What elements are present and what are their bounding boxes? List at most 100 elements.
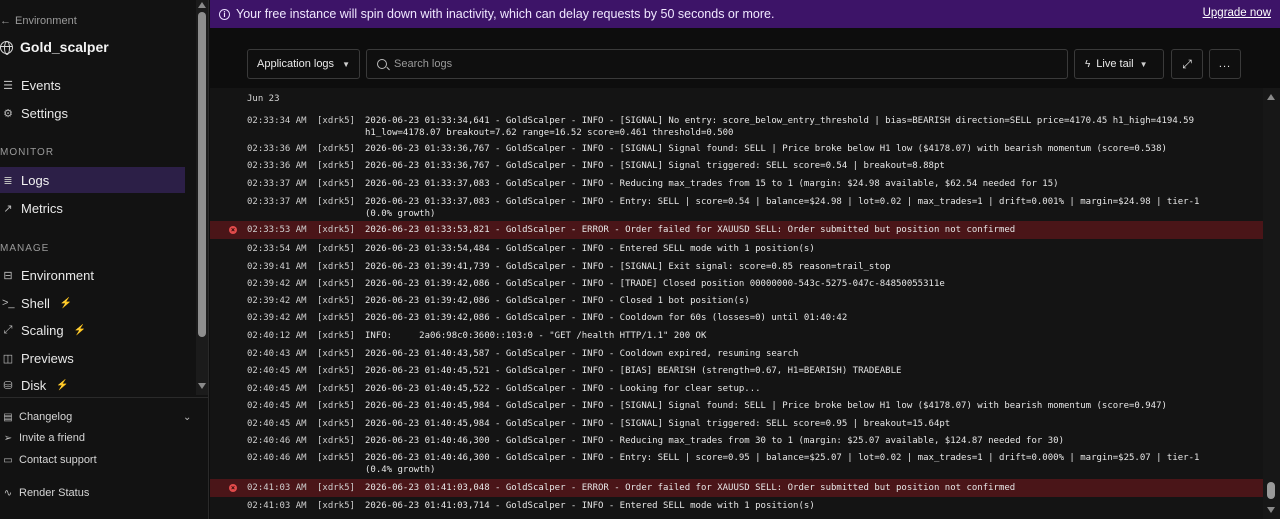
sidebar: ← Environment Gold_scalper ☰ Events ⚙ Se… <box>0 0 209 519</box>
support-label: Contact support <box>19 454 97 466</box>
sidebar-item-label: Disk <box>21 377 47 393</box>
log-instance-id: [xdrk5] <box>317 262 355 272</box>
gear-icon: ⚙ <box>3 107 13 120</box>
arrow-left-icon: ← <box>0 15 11 27</box>
error-icon: × <box>229 484 237 492</box>
expand-button[interactable]: ⤢ <box>1171 49 1203 79</box>
log-timestamp: 02:33:37 AM <box>247 197 307 207</box>
sidebar-item-label: Shell <box>21 295 50 311</box>
sidebar-item-events[interactable]: ☰ Events <box>0 72 185 98</box>
invite-friend-link[interactable]: ➢ Invite a friend <box>3 432 85 444</box>
changelog-link[interactable]: ▤ Changelog <box>3 411 72 423</box>
log-date-header: Jun 23 <box>247 94 280 104</box>
log-timestamp: 02:40:45 AM <box>247 384 307 394</box>
scrollbar-thumb[interactable] <box>198 12 206 337</box>
sidebar-item-label: Events <box>21 77 61 93</box>
changelog-label: Changelog <box>19 411 73 423</box>
log-row[interactable]: 02:40:12 AM [xdrk5] INFO: 2a06:98c0:3600::… <box>210 328 1263 345</box>
sidebar-item-label: Logs <box>21 172 50 188</box>
log-timestamp: 02:33:54 AM <box>247 244 307 254</box>
scroll-up-arrow-icon[interactable] <box>1267 94 1275 100</box>
sidebar-item-label: Environment <box>21 267 94 283</box>
log-row[interactable]: 02:40:45 AM [xdrk5] 2026-06-23 01:40:45,52… <box>210 363 1263 380</box>
lightning-icon: ⚡ <box>59 297 73 309</box>
log-row[interactable]: 02:33:36 AM [xdrk5] 2026-06-23 01:33:36,76… <box>210 141 1263 158</box>
log-row[interactable]: 02:33:34 AM [xdrk5] 2026-06-23 01:33:34,64… <box>210 113 1263 139</box>
search-logs-field[interactable] <box>366 49 1068 79</box>
sidebar-item-label: Metrics <box>21 200 63 216</box>
chevron-down-icon[interactable]: ⌄ <box>183 412 191 423</box>
log-row[interactable]: 02:33:54 AM [xdrk5] 2026-06-23 01:33:54,48… <box>210 241 1263 258</box>
log-timestamp: 02:33:36 AM <box>247 144 307 154</box>
chevron-down-icon: ▼ <box>1139 59 1148 69</box>
log-instance-id: [xdrk5] <box>317 116 355 126</box>
sidebar-item-settings[interactable]: ⚙ Settings <box>0 100 185 126</box>
render-status-link[interactable]: ∿ Render Status <box>3 487 90 499</box>
log-timestamp: 02:40:45 AM <box>247 401 307 411</box>
search-input[interactable] <box>394 58 994 70</box>
banner-message: Your free instance will spin down with i… <box>236 7 775 21</box>
log-row[interactable]: 02:33:36 AM [xdrk5] 2026-06-23 01:33:36,76… <box>210 158 1263 175</box>
log-row-error[interactable]: × 02:41:03 AM [xdrk5] 2026-06-23 01:41:03,0… <box>210 479 1263 497</box>
logs-scrollbar[interactable] <box>1263 88 1280 519</box>
log-row[interactable]: 02:33:37 AM [xdrk5] 2026-06-23 01:33:37,08… <box>210 176 1263 193</box>
log-message: 2026-06-23 01:40:45,521 - GoldScalper - … <box>365 366 902 376</box>
sidebar-item-label: Settings <box>21 105 68 121</box>
log-timestamp: 02:33:37 AM <box>247 179 307 189</box>
log-instance-id: [xdrk5] <box>317 436 355 446</box>
log-message: 2026-06-23 01:40:45,984 - GoldScalper - … <box>365 401 1167 411</box>
contact-support-link[interactable]: ▭ Contact support <box>3 454 97 466</box>
log-instance-id: [xdrk5] <box>317 244 355 254</box>
log-row[interactable]: 02:40:43 AM [xdrk5] 2026-06-23 01:40:43,58… <box>210 346 1263 363</box>
live-tail-button[interactable]: ϟ Live tail ▼ <box>1074 49 1164 79</box>
log-instance-id: [xdrk5] <box>317 225 355 235</box>
log-instance-id: [xdrk5] <box>317 453 355 463</box>
log-row[interactable]: 02:40:45 AM [xdrk5] 2026-06-23 01:40:45,98… <box>210 416 1263 433</box>
log-row[interactable]: 02:39:41 AM [xdrk5] 2026-06-23 01:39:41,73… <box>210 259 1263 276</box>
sidebar-item-disk[interactable]: ⛁ Disk ⚡ <box>0 372 185 395</box>
log-row-error[interactable]: × 02:33:53 AM [xdrk5] 2026-06-23 01:33:53,8… <box>210 221 1263 239</box>
sidebar-item-label: Scaling <box>21 322 64 338</box>
more-options-button[interactable]: ... <box>1209 49 1241 79</box>
log-message: 2026-06-23 01:39:42,086 - GoldScalper - … <box>365 296 750 306</box>
search-icon <box>377 59 387 69</box>
log-message: 2026-06-23 01:40:45,984 - GoldScalper - … <box>365 419 951 429</box>
log-row[interactable]: 02:40:46 AM [xdrk5] 2026-06-23 01:40:46,30… <box>210 433 1263 450</box>
log-source-label: Application logs <box>257 58 335 70</box>
log-instance-id: [xdrk5] <box>317 366 355 376</box>
scrollbar-thumb[interactable] <box>1267 482 1275 499</box>
sidebar-item-shell[interactable]: >_ Shell ⚡ <box>0 290 185 316</box>
log-instance-id: [xdrk5] <box>317 483 355 493</box>
log-timestamp: 02:33:34 AM <box>247 116 307 126</box>
log-source-dropdown[interactable]: Application logs ▼ <box>247 49 360 79</box>
log-timestamp: 02:39:42 AM <box>247 296 307 306</box>
sidebar-item-metrics[interactable]: ↗ Metrics <box>0 195 185 221</box>
upgrade-now-link[interactable]: Upgrade now <box>1203 7 1271 19</box>
log-instance-id: [xdrk5] <box>317 401 355 411</box>
log-instance-id: [xdrk5] <box>317 296 355 306</box>
log-row[interactable]: 02:39:42 AM [xdrk5] 2026-06-23 01:39:42,08… <box>210 310 1263 327</box>
log-row[interactable]: 02:39:42 AM [xdrk5] 2026-06-23 01:39:42,08… <box>210 276 1263 293</box>
scroll-up-arrow-icon[interactable] <box>198 2 206 8</box>
back-to-environment-link[interactable]: ← Environment <box>0 15 77 27</box>
sidebar-item-environment[interactable]: ⊟ Environment <box>0 262 185 288</box>
scroll-down-arrow-icon[interactable] <box>198 383 206 389</box>
sidebar-item-logs[interactable]: ≣ Logs <box>0 167 185 193</box>
log-row[interactable]: 02:33:37 AM [xdrk5] 2026-06-23 01:33:37,08… <box>210 194 1263 220</box>
more-icon: ... <box>1218 58 1232 70</box>
log-row[interactable]: 02:40:45 AM [xdrk5] 2026-06-23 01:40:45,52… <box>210 381 1263 398</box>
live-tail-label: Live tail <box>1096 58 1134 70</box>
sidebar-item-scaling[interactable]: ⤢ Scaling ⚡ <box>0 317 185 343</box>
list-icon: ☰ <box>3 79 13 92</box>
log-viewer: Jun 23 02:33:34 AM [xdrk5] 2026-06-23 01:3… <box>210 88 1280 519</box>
log-message: 2026-06-23 01:40:46,300 - GoldScalper - … <box>365 453 1205 475</box>
scroll-down-arrow-icon[interactable] <box>1267 507 1275 513</box>
log-row[interactable]: 02:39:42 AM [xdrk5] 2026-06-23 01:39:42,08… <box>210 293 1263 310</box>
sidebar-scrollbar[interactable] <box>196 0 208 395</box>
sidebar-item-previews[interactable]: ◫ Previews <box>0 345 185 371</box>
log-row[interactable]: 02:40:45 AM [xdrk5] 2026-06-23 01:40:45,98… <box>210 398 1263 415</box>
section-title-monitor: MONITOR <box>0 147 55 158</box>
log-row[interactable]: 02:41:03 AM [xdrk5] 2026-06-23 01:41:03,71… <box>210 498 1263 515</box>
log-row[interactable]: 02:40:46 AM [xdrk5] 2026-06-23 01:40:46,30… <box>210 450 1263 476</box>
log-timestamp: 02:40:46 AM <box>247 436 307 446</box>
